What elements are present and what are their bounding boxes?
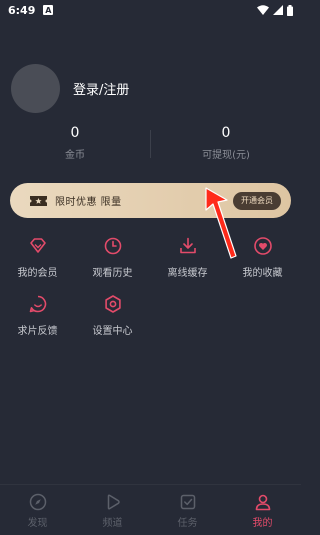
user-icon	[255, 494, 270, 511]
signal-icon	[273, 5, 283, 15]
menu-item-history[interactable]: 观看历史	[75, 236, 150, 279]
settings-icon	[104, 295, 121, 313]
compass-icon	[29, 493, 46, 511]
menu-item-feedback[interactable]: 求片反馈	[0, 294, 75, 337]
stats-panel: 0 金币 0 可提现(元)	[0, 124, 301, 164]
vip-promo-banner[interactable]: 限时优惠 限量 开通会员	[10, 183, 291, 218]
nav-tab-tasks[interactable]: 任务	[150, 493, 225, 529]
profile-header[interactable]: 登录/注册	[11, 64, 129, 113]
download-icon	[179, 237, 196, 254]
wifi-icon	[257, 5, 269, 15]
menu-row-2: 求片反馈 设置中心	[0, 294, 301, 342]
diamond-icon	[29, 238, 46, 253]
status-bar: 6:49 A	[0, 0, 301, 20]
login-register-link[interactable]: 登录/注册	[73, 79, 129, 98]
withdrawable-label: 可提现(元)	[202, 150, 250, 161]
menu-item-membership[interactable]: 我的会员	[0, 236, 75, 279]
nav-label-mine: 我的	[252, 518, 273, 529]
battery-icon	[287, 4, 293, 16]
clock-icon	[104, 237, 121, 255]
smile-icon	[29, 295, 46, 313]
nav-tab-channels[interactable]: 频道	[75, 493, 150, 529]
vip-promo-text: 限时优惠 限量	[55, 197, 122, 208]
notification-icon: A	[43, 5, 54, 15]
menu-label-settings: 设置中心	[92, 326, 133, 337]
withdrawable-stat[interactable]: 0 可提现(元)	[151, 124, 301, 161]
status-time: 6:49	[8, 3, 36, 17]
menu-label-favorites: 我的收藏	[242, 268, 283, 279]
menu-item-settings[interactable]: 设置中心	[75, 294, 150, 337]
withdrawable-value: 0	[221, 125, 231, 141]
vip-ticket-icon	[30, 195, 47, 206]
menu-label-offline-cache: 离线缓存	[167, 268, 208, 279]
open-membership-button[interactable]: 开通会员	[233, 191, 281, 210]
nav-label-channels: 频道	[102, 518, 123, 529]
nav-tab-discover[interactable]: 发现	[0, 493, 75, 529]
nav-tab-mine[interactable]: 我的	[225, 493, 300, 529]
heart-icon	[253, 237, 272, 255]
bottom-navigation: 发现 频道 任务 我的	[0, 484, 301, 535]
annotation-arrow	[205, 187, 237, 259]
coins-label: 金币	[65, 150, 85, 161]
coins-stat[interactable]: 0 金币	[0, 124, 150, 161]
avatar[interactable]	[11, 64, 60, 113]
nav-label-tasks: 任务	[177, 518, 198, 529]
coins-value: 0	[70, 125, 80, 141]
task-icon	[180, 494, 195, 510]
menu-row-1: 我的会员 观看历史 离线缓存 我的收藏	[0, 236, 301, 284]
nav-label-discover: 发现	[27, 518, 48, 529]
menu-label-feedback: 求片反馈	[17, 326, 58, 337]
menu-label-history: 观看历史	[92, 268, 133, 279]
play-icon	[107, 494, 120, 510]
menu-label-membership: 我的会员	[17, 268, 58, 279]
